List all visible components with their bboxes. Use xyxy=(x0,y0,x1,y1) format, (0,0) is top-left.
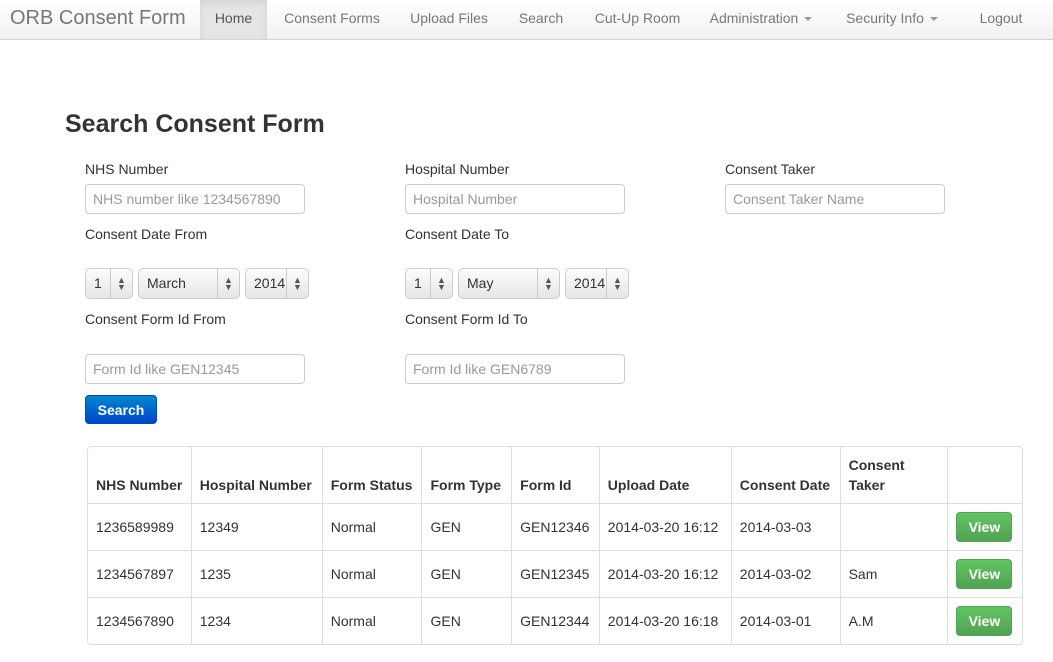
select-value: May xyxy=(467,275,494,291)
nav-security-info[interactable]: Security Info xyxy=(828,0,956,39)
date-from-label: Consent Date From xyxy=(85,226,208,242)
id-to-input[interactable] xyxy=(405,354,625,384)
table-cell: 1234567890 xyxy=(88,597,191,644)
table-cell: 2014-03-02 xyxy=(730,550,840,597)
column-header: Form Id xyxy=(511,447,599,503)
date-from-day-select[interactable]: 1 ▲ ▼ xyxy=(85,268,133,299)
nav-administration[interactable]: Administration xyxy=(694,0,828,39)
nhs-label: NHS Number xyxy=(85,161,169,177)
select-value: 1 xyxy=(94,275,102,291)
table-row: 1236589989 12349 Normal GEN GEN12346 2014-03-… xyxy=(88,503,1022,550)
date-to-label: Consent Date To xyxy=(405,226,510,242)
table-cell: 12349 xyxy=(190,503,322,550)
select-value: 2014 xyxy=(574,275,606,291)
action-cell: View xyxy=(947,550,1022,597)
nav-home[interactable]: Home xyxy=(200,0,267,39)
nav-logout[interactable]: Logout xyxy=(960,0,1042,39)
action-cell: View xyxy=(947,597,1022,644)
table-cell: Normal xyxy=(321,550,422,597)
column-header xyxy=(947,447,1022,503)
table-cell: A.M xyxy=(839,597,948,644)
navbar: ORB Consent Form Home Consent Forms Uplo… xyxy=(0,0,1053,40)
nav-security-info-label: Security Info xyxy=(846,10,924,26)
table-cell: 1236589989 xyxy=(88,503,191,550)
column-header: Form Status xyxy=(321,447,422,503)
column-header: Upload Date xyxy=(598,447,731,503)
table-cell: 2014-03-20 16:12 xyxy=(598,550,731,597)
table-cell xyxy=(839,503,948,550)
table-cell: Sam xyxy=(839,550,948,597)
caret-down-icon xyxy=(804,17,813,22)
select-arrows-icon: ▲ ▼ xyxy=(537,269,559,298)
column-header: Hospital Number xyxy=(190,447,322,503)
select-value: March xyxy=(147,275,186,291)
consent-taker-input[interactable] xyxy=(725,184,945,214)
table-cell: 1234567897 xyxy=(88,550,191,597)
id-from-label: Consent Form Id From xyxy=(85,311,226,327)
table-cell: 2014-03-03 xyxy=(730,503,840,550)
date-from-year-select[interactable]: 2014 ▲ ▼ xyxy=(245,268,309,299)
table-cell: 2014-03-01 xyxy=(730,597,840,644)
column-header: NHS Number xyxy=(96,477,183,493)
consent-taker-label: Consent Taker xyxy=(725,161,816,177)
select-arrows-icon: ▲ ▼ xyxy=(110,269,132,298)
select-arrows-icon: ▲ ▼ xyxy=(606,269,628,298)
caret-down-icon xyxy=(929,17,938,22)
search-button[interactable]: Search xyxy=(85,395,157,424)
view-button[interactable]: View xyxy=(956,559,1013,589)
brand[interactable]: ORB Consent Form xyxy=(10,7,186,30)
hospital-label: Hospital Number xyxy=(405,161,510,177)
table-cell: Normal xyxy=(321,597,422,644)
date-from-month-select[interactable]: March ▲ ▼ xyxy=(138,268,240,299)
results-table: NHS Number Hospital Number Form Status Form… xyxy=(87,446,1023,645)
select-arrows-icon: ▲ ▼ xyxy=(217,269,239,298)
nav-upload-files[interactable]: Upload Files xyxy=(397,0,501,39)
id-from-input[interactable] xyxy=(85,354,305,384)
select-value: 2014 xyxy=(254,275,286,291)
id-to-label: Consent Form Id To xyxy=(405,311,528,327)
select-value: 1 xyxy=(414,275,422,291)
nav-cut-up-room[interactable]: Cut-Up Room xyxy=(581,0,694,39)
column-header: Consent Date xyxy=(730,447,840,503)
page-title: Search Consent Form xyxy=(65,110,325,138)
table-cell: Normal xyxy=(321,503,422,550)
table-cell: GEN12346 xyxy=(511,503,599,550)
hospital-input[interactable] xyxy=(405,184,625,214)
table-row: 1234567890 1234 Normal GEN GEN12344 2014-03-2… xyxy=(88,597,1022,644)
nav-search[interactable]: Search xyxy=(501,0,581,39)
column-header: Consent Taker xyxy=(839,447,948,503)
select-arrows-icon: ▲ ▼ xyxy=(286,269,308,298)
table-cell: GEN xyxy=(421,597,512,644)
table-cell: GEN12345 xyxy=(511,550,599,597)
date-to-year-select[interactable]: 2014 ▲ ▼ xyxy=(565,268,629,299)
column-header: Form Type xyxy=(421,447,511,503)
nav-consent-forms[interactable]: Consent Forms xyxy=(267,0,397,39)
table-header-row: NHS Number Hospital Number Form Status Form… xyxy=(88,447,1022,503)
view-button[interactable]: View xyxy=(956,606,1013,636)
date-to-month-select[interactable]: May ▲ ▼ xyxy=(458,268,560,299)
nhs-input[interactable] xyxy=(85,184,305,214)
action-cell: View xyxy=(947,503,1022,550)
table-cell: GEN xyxy=(421,503,512,550)
table-cell: GEN xyxy=(421,550,512,597)
nav-administration-label: Administration xyxy=(709,10,799,26)
table-cell: 2014-03-20 16:18 xyxy=(598,597,731,644)
table-cell: 1235 xyxy=(190,550,322,597)
table-cell: GEN12344 xyxy=(511,597,599,644)
table-row: 1234567897 1235 Normal GEN GEN12345 2014-03-2… xyxy=(88,550,1022,597)
table-cell: 2014-03-20 16:12 xyxy=(598,503,731,550)
select-arrows-icon: ▲ ▼ xyxy=(430,269,452,298)
date-to-day-select[interactable]: 1 ▲ ▼ xyxy=(405,268,453,299)
view-button[interactable]: View xyxy=(956,512,1013,542)
table-cell: 1234 xyxy=(190,597,322,644)
